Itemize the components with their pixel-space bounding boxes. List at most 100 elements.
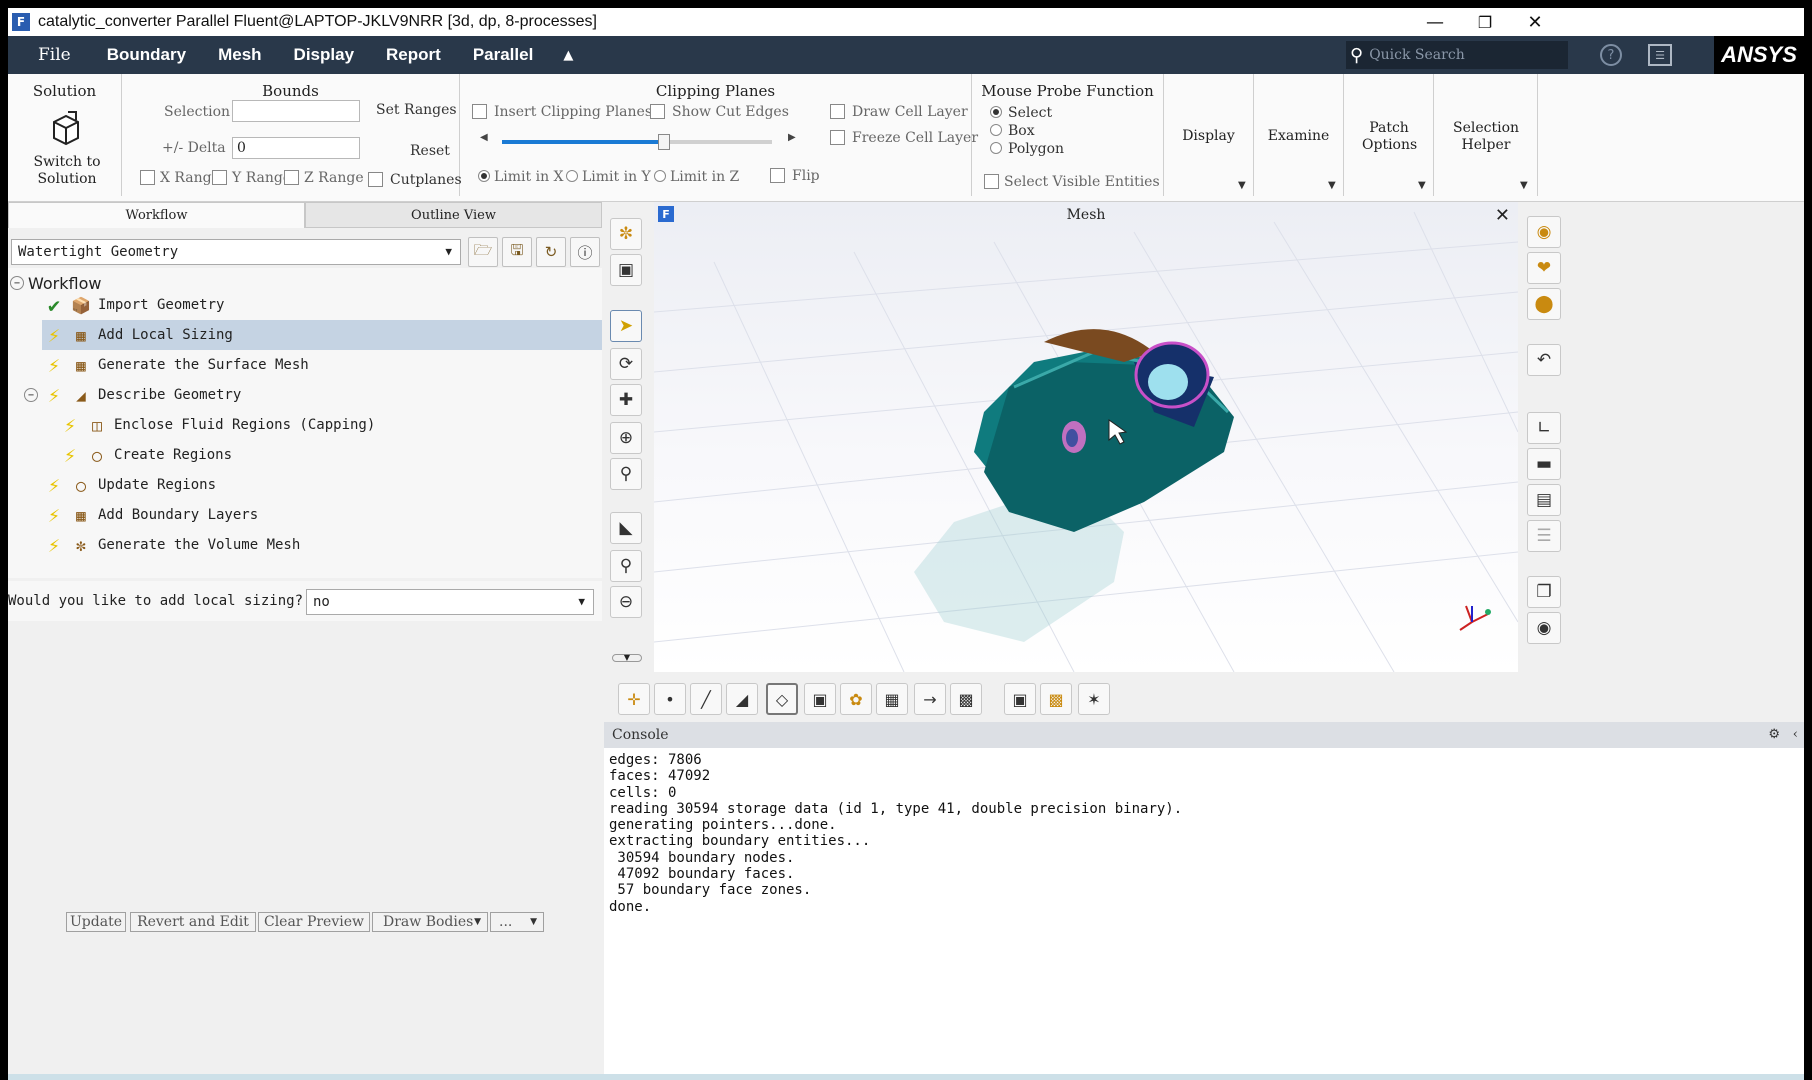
update-button[interactable]: Update [66, 912, 126, 932]
minimize-button[interactable]: — [1408, 8, 1462, 36]
surface-filter-icon[interactable]: ◇ [766, 683, 798, 715]
menu-report[interactable]: Report [370, 45, 457, 65]
switch-solution-icon[interactable] [46, 110, 86, 148]
copy-icon[interactable]: ❐ [1527, 576, 1561, 608]
zone-filter-icon[interactable]: ✿ [840, 683, 872, 715]
tree-item-add-local-sizing[interactable]: ⚡ ▦ Add Local Sizing [42, 320, 602, 350]
tree-item-generate-volume-mesh[interactable]: ⚡ ✼ Generate the Volume Mesh [42, 530, 602, 560]
fit-icon[interactable]: ◣ [610, 512, 642, 544]
zoom-in-icon[interactable]: ⊕ [610, 422, 642, 454]
menu-mesh[interactable]: Mesh [202, 45, 277, 65]
point-filter-icon[interactable]: • [654, 683, 686, 715]
notes-icon[interactable]: ▤ [1527, 484, 1561, 516]
clip-slider[interactable] [502, 134, 772, 150]
menu-boundary[interactable]: Boundary [91, 45, 202, 65]
menu-parallel[interactable]: Parallel [457, 45, 550, 65]
draw-cell-layer-checkbox[interactable] [830, 104, 845, 119]
display-dropdown-icon[interactable]: ▼ [1238, 180, 1246, 191]
y-range-checkbox[interactable] [212, 170, 227, 185]
tree-item-import-geometry[interactable]: ✔ 📦 Import Geometry [42, 290, 602, 320]
patch-dropdown-icon[interactable]: ▼ [1418, 180, 1426, 191]
patch-options-button[interactable]: Patch Options [1362, 120, 1417, 154]
collapse-icon[interactable]: − [10, 276, 24, 290]
limit-z-radio[interactable] [654, 170, 666, 182]
examine-dropdown-icon[interactable]: ▼ [1328, 180, 1336, 191]
clear-preview-button[interactable]: Clear Preview [258, 912, 370, 932]
selection-field[interactable] [232, 100, 360, 122]
display-button[interactable]: Display [1164, 128, 1253, 144]
view-icon[interactable]: ▣ [610, 254, 642, 286]
selection-helper-button[interactable]: Selection Helper [1444, 120, 1528, 154]
cutplanes-checkbox[interactable] [368, 172, 383, 187]
show-cut-edges-checkbox[interactable] [650, 104, 665, 119]
zoom-out-icon[interactable]: ⊖ [610, 586, 642, 618]
slider-right-arrow-icon[interactable]: ▶ [788, 132, 796, 143]
camera-icon[interactable]: ◉ [1527, 612, 1561, 644]
insert-clipping-checkbox[interactable] [472, 104, 487, 119]
delta-field[interactable]: 0 [232, 137, 360, 159]
probe-select-radio[interactable] [990, 106, 1002, 118]
face-filter-icon[interactable]: ◢ [726, 683, 758, 715]
collapse-toolbar-icon[interactable]: ▼ [612, 654, 642, 662]
tree-item-generate-surface-mesh[interactable]: ⚡ ▦ Generate the Surface Mesh [42, 350, 602, 380]
slider-left-arrow-icon[interactable]: ◀ [480, 132, 488, 143]
draw-bodies-button[interactable]: Draw Bodies ▼ [372, 912, 488, 932]
console-settings-icon[interactable]: ⚙ [1768, 722, 1780, 748]
tree-item-describe-geometry[interactable]: − ⚡ ◢ Describe Geometry [24, 380, 602, 410]
volume-filter-icon[interactable]: ▩ [1040, 683, 1072, 715]
close-button[interactable]: ✕ [1508, 8, 1562, 36]
restore-button[interactable]: ❐ [1458, 8, 1512, 36]
local-sizing-select[interactable]: no ▼ [306, 589, 594, 615]
more-options-button[interactable]: ... ▼ [490, 912, 544, 932]
limit-y-radio[interactable] [566, 170, 578, 182]
reset-button[interactable]: Reset [410, 143, 450, 159]
graphics-window[interactable]: F Mesh ✕ [654, 202, 1518, 672]
x-range-checkbox[interactable] [140, 170, 155, 185]
axes-icon[interactable]: ∟ [1527, 412, 1561, 444]
collapse-icon[interactable]: − [24, 388, 38, 402]
select-visible-checkbox[interactable] [984, 174, 999, 189]
set-ranges-button[interactable]: Set Ranges [376, 102, 457, 118]
save-icon[interactable]: 🖫 [502, 237, 532, 267]
body-display-icon[interactable]: ⬤ [1527, 288, 1561, 320]
zoom-icon[interactable]: ⚲ [610, 458, 642, 490]
ribbon-collapse-icon[interactable]: ▲ [563, 48, 573, 63]
axes-filter-icon[interactable]: ✛ [618, 683, 650, 715]
documentation-icon[interactable]: ☰ [1648, 44, 1672, 66]
quick-search-input[interactable]: ⚲ Quick Search [1346, 41, 1568, 69]
examine-button[interactable]: Examine [1254, 128, 1343, 144]
console-output[interactable]: edges: 7806 faces: 47092 cells: 0 reading 3… [609, 752, 1182, 915]
tree-item-create-regions[interactable]: ⚡ ◯ Create Regions [58, 440, 602, 470]
selection-helper-dropdown-icon[interactable]: ▼ [1520, 180, 1528, 191]
help-icon[interactable]: ? [1600, 44, 1622, 66]
rotate-icon[interactable]: ⟳ [610, 348, 642, 380]
revert-and-edit-button[interactable]: Revert and Edit [130, 912, 256, 932]
limit-x-radio[interactable] [478, 170, 490, 182]
pan-icon[interactable]: ✚ [610, 384, 642, 416]
edge-filter-icon[interactable]: ╱ [690, 683, 722, 715]
edge-zone-filter-icon[interactable]: → [914, 683, 946, 715]
label-filter-icon[interactable]: ▣ [1004, 683, 1036, 715]
undo-icon[interactable]: ↶ [1527, 344, 1561, 376]
tab-outline-view[interactable]: Outline View [305, 202, 602, 228]
examine-group[interactable]: Examine ▼ [1254, 74, 1344, 196]
network-filter-icon[interactable]: ✶ [1078, 683, 1110, 715]
tab-workflow[interactable]: Workflow [8, 202, 305, 228]
tree-item-enclose-fluid-regions[interactable]: ⚡ ◫ Enclose Fluid Regions (Capping) [58, 410, 602, 440]
tree-item-update-regions[interactable]: ⚡ ◯ Update Regions [42, 470, 602, 500]
mesh-sphere-icon[interactable]: ✼ [610, 218, 642, 250]
freeze-cell-layer-checkbox[interactable] [830, 130, 845, 145]
object-filter-icon[interactable]: ▩ [950, 683, 982, 715]
cell-filter-icon[interactable]: ▣ [804, 683, 836, 715]
node-filter-icon[interactable]: ▦ [876, 683, 908, 715]
menu-file[interactable]: File [8, 45, 91, 65]
mesh-model-view[interactable] [654, 202, 1518, 672]
probe-box-radio[interactable] [990, 124, 1002, 136]
patch-options-group[interactable]: Patch Options ▼ [1344, 74, 1434, 196]
clip-slider-thumb[interactable] [658, 134, 670, 150]
layout-icon[interactable]: ☰ [1527, 520, 1561, 552]
help-circle-icon[interactable]: ⓘ [570, 237, 600, 267]
open-folder-icon[interactable]: 🗁 [468, 237, 498, 267]
pointer-icon[interactable]: ➤ [610, 310, 642, 342]
cylinder-display-icon[interactable]: ◉ [1527, 216, 1561, 248]
